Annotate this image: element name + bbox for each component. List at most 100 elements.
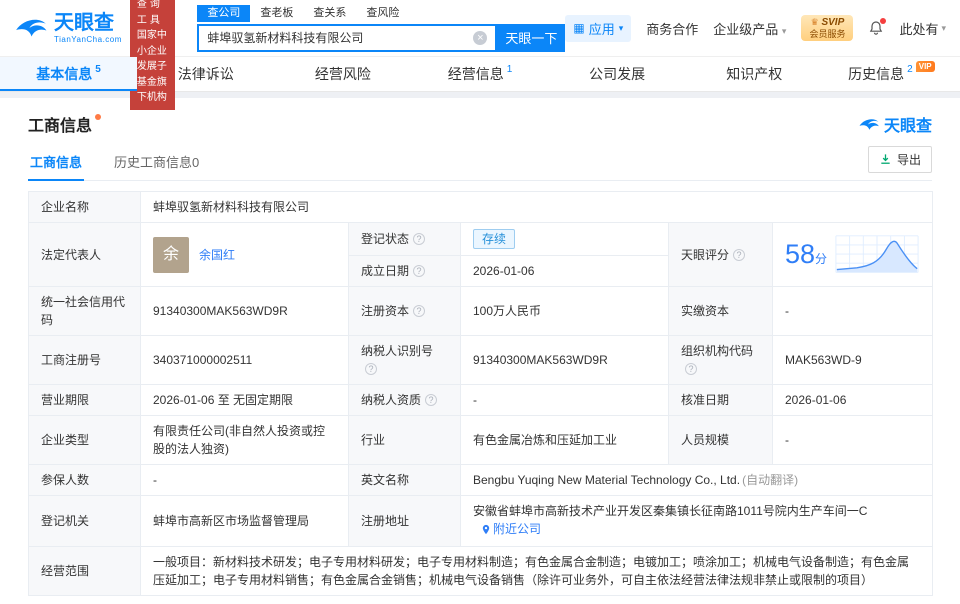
field-label: 人员规模 (668, 415, 773, 465)
help-icon[interactable]: ? (685, 363, 697, 375)
field-label: 纳税人资质? (348, 384, 461, 416)
apps-label: 应用 (588, 21, 615, 37)
score-value: 58 (785, 239, 816, 269)
promo-badge: 都在用的商业查询工具 国家中小企业发展子基金旗下机构 (129, 0, 176, 110)
paid-capital-value: - (772, 286, 933, 336)
tab-basic-info[interactable]: 基本信息 5 (0, 57, 138, 91)
tianyancha-watermark: 天眼查 (858, 112, 932, 136)
svip-badge[interactable]: ♛ SVIP 会员服务 (801, 14, 854, 42)
reg-number-value: 340371000002511 (140, 335, 349, 385)
avatar: 余 (153, 236, 189, 273)
tab-company-development[interactable]: 公司发展 (549, 57, 686, 91)
tab-label: 基本信息 (36, 66, 93, 82)
company-type-value: 有限责任公司(非自然人投资或控股的法人独资) (140, 415, 349, 465)
clear-icon[interactable]: × (473, 30, 488, 45)
field-label: 注册地址 (348, 495, 461, 547)
field-label: 法定代表人 (28, 222, 141, 287)
tab-intellectual-property[interactable]: 知识产权 (686, 57, 823, 91)
field-label: 登记状态? (348, 222, 461, 256)
table-row: 营业期限 2026-01-06 至 无固定期限 纳税人资质? - 核准日期 20… (28, 384, 933, 416)
help-icon[interactable]: ? (413, 233, 426, 245)
apps-menu[interactable]: ▦ 应用 ▾ (565, 14, 632, 42)
subtab-history-business-info[interactable]: 历史工商信息0 (112, 144, 201, 180)
legal-rep-link[interactable]: 余国红 (199, 246, 235, 264)
reg-capital-value: 100万人民币 (460, 286, 669, 336)
apps-grid-icon: ▦ (573, 21, 585, 35)
search-tab-company[interactable]: 查公司 (197, 4, 251, 22)
field-label: 工商注册号 (28, 335, 141, 385)
field-label: 企业名称 (28, 191, 141, 223)
search-input[interactable] (207, 30, 474, 45)
search-tab-relation[interactable]: 查关系 (303, 5, 356, 22)
watermark-logo-icon (859, 118, 879, 130)
subtab-business-info[interactable]: 工商信息 (28, 144, 85, 181)
help-icon[interactable]: ? (365, 363, 377, 375)
export-icon (881, 154, 890, 164)
chevron-down-icon: ▾ (618, 22, 624, 33)
enterprise-products-link[interactable]: 企业级产品 ▾ (713, 19, 786, 38)
search-tab-boss[interactable]: 查老板 (250, 5, 303, 22)
topbar: 天眼查 TianYanCha.com 都在用的商业查询工具 国家中小企业发展子基… (0, 0, 960, 110)
score-cell: 58分 (772, 222, 933, 287)
auto-translate-note: (自动翻译) (742, 473, 799, 487)
search-tab-risk[interactable]: 查风险 (356, 5, 409, 22)
help-icon[interactable]: ? (413, 305, 426, 317)
company-name-value: 蚌埠驭氢新材料科技有限公司 (140, 191, 933, 223)
org-code-value: MAK563WD-9 (772, 335, 933, 385)
svip-label: SVIP (821, 16, 845, 28)
chevron-down-icon: ▾ (781, 25, 787, 36)
notification-dot (880, 18, 887, 24)
search-block: 查公司 查老板 查关系 查风险 × 天眼一下 (197, 4, 566, 52)
crown-icon: ♛ (810, 16, 819, 27)
section-title: 工商信息 (28, 112, 102, 136)
search-row: × 天眼一下 (197, 23, 566, 52)
logo-title: 天眼查 (54, 11, 114, 34)
table-row: 企业名称 蚌埠驭氢新材料科技有限公司 (28, 191, 933, 223)
table-row: 经营范围 一般项目：新材料技术研发；电子专用材料研发；电子专用材料制造；有色金属… (28, 545, 933, 596)
user-menu[interactable]: 此处有 ▾ (899, 19, 946, 38)
english-name-value: Bengbu Yuqing New Material Technology Co… (473, 473, 741, 487)
help-icon[interactable]: ? (733, 248, 746, 261)
user-name: 此处有 (899, 21, 939, 37)
tab-legal-litigation[interactable]: 法律诉讼 (137, 57, 274, 91)
taxpayer-quality-value: - (460, 384, 669, 416)
field-label: 纳税人识别号? (348, 335, 461, 385)
legal-rep-cell: 余 余国红 (140, 222, 349, 287)
tab-history-info[interactable]: 历史信息 2 VIP (823, 57, 960, 91)
search-button[interactable]: 天眼一下 (497, 23, 566, 52)
topbar-right: ▦ 应用 ▾ 商务合作 企业级产品 ▾ ♛ SVIP 会员服务 此处有 ▾ (565, 14, 946, 42)
status-badge: 存续 (473, 229, 516, 249)
address-cell: 安徽省蚌埠市高新技术产业开发区秦集镇长征南路1011号院内生产车间一C 附近公司 (460, 495, 933, 547)
establish-date-value: 2026-01-06 (460, 255, 669, 287)
tab-label: 历史信息 (848, 66, 905, 82)
field-label: 天眼评分? (668, 222, 773, 287)
tab-operation-risk[interactable]: 经营风险 (274, 57, 411, 91)
help-icon[interactable]: ? (425, 394, 438, 406)
score-unit: 分 (815, 252, 828, 266)
tab-label: 经营风险 (314, 66, 371, 82)
table-row: 统一社会信用代码 91340300MAK563WD9R 注册资本? 100万人民… (28, 286, 933, 336)
export-label: 导出 (896, 153, 921, 167)
logo-domain: TianYanCha.com (54, 34, 122, 44)
field-label: 企业类型 (28, 415, 141, 465)
address-value: 安徽省蚌埠市高新技术产业开发区秦集镇长征南路1011号院内生产车间一C (473, 504, 868, 518)
reg-status-cell: 存续 (460, 222, 669, 256)
taxpayer-id-value: 91340300MAK563WD9R (460, 335, 669, 385)
biz-coop-link[interactable]: 商务合作 (646, 19, 698, 38)
bell-icon[interactable] (868, 18, 887, 36)
tianyancha-logo[interactable]: 天眼查 TianYanCha.com (14, 13, 122, 44)
enterprise-products-label: 企业级产品 (713, 21, 779, 37)
tab-count: 2 (907, 63, 913, 75)
help-icon[interactable]: ? (413, 265, 426, 277)
term-value: 2026-01-06 至 无固定期限 (140, 384, 349, 416)
tab-label: 知识产权 (726, 66, 783, 82)
nearby-companies-link[interactable]: 附近公司 (481, 520, 541, 538)
location-pin-icon (482, 524, 490, 534)
export-button[interactable]: 导出 (867, 146, 932, 173)
search-tabs: 查公司 查老板 查关系 查风险 (197, 4, 565, 22)
approval-date-value: 2026-01-06 (772, 384, 933, 416)
table-row: 企业类型 有限责任公司(非自然人投资或控股的法人独资) 行业 有色金属冶炼和压延… (28, 415, 933, 465)
tab-operation-info[interactable]: 经营信息 1 (411, 57, 548, 91)
subtabs: 工商信息 历史工商信息0 (28, 144, 229, 181)
search-input-wrap: × (197, 23, 498, 52)
